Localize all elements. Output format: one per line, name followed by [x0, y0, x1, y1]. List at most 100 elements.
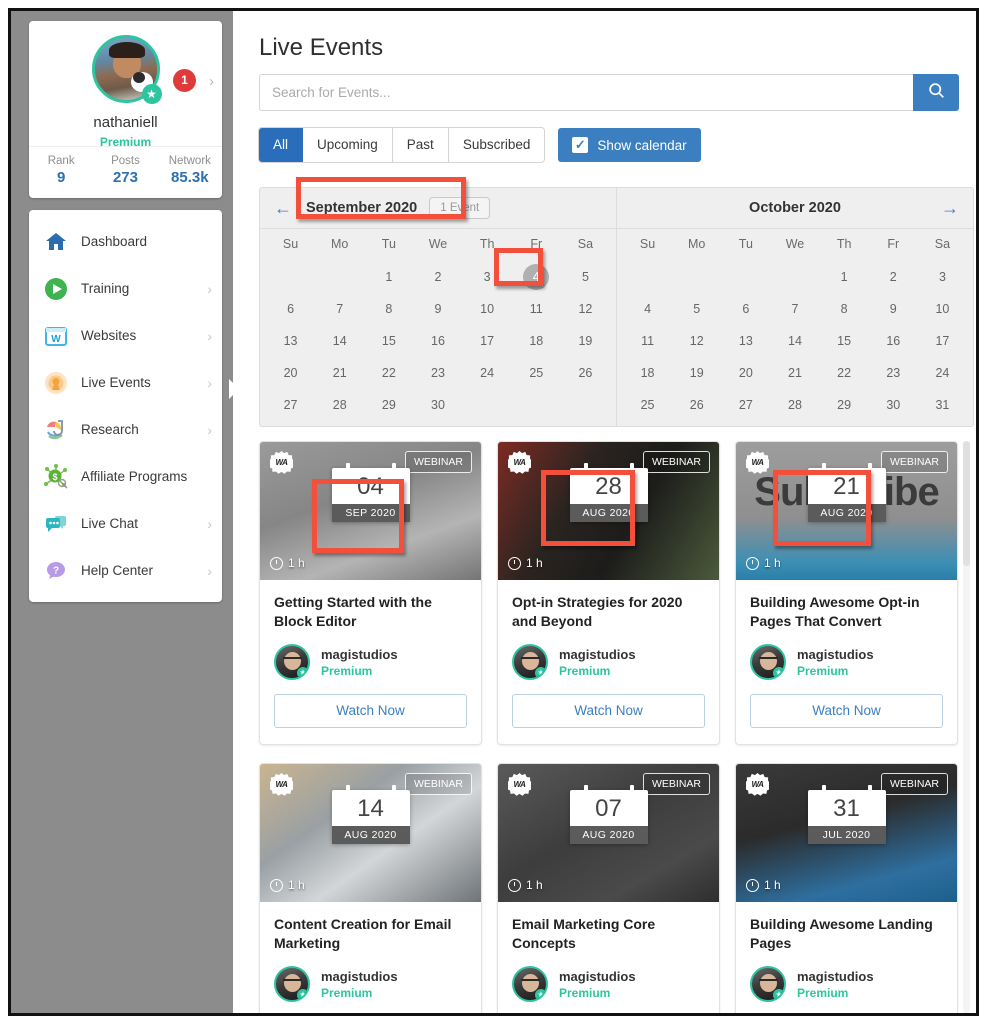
sidebar-item-live-events[interactable]: Live Events ›: [29, 359, 222, 406]
event-thumbnail[interactable]: WA WEBINAR 31 JUL 2020 1 h: [736, 764, 957, 902]
event-card[interactable]: WA WEBINAR 28 AUG 2020 1 h Opt-in Strategies …: [497, 441, 720, 745]
sidebar-item-affiliate-programs[interactable]: $ Affiliate Programs: [29, 453, 222, 500]
event-card[interactable]: WA WEBINAR 04 SEP 2020 1 h Getting Started wi…: [259, 441, 482, 745]
stat-rank[interactable]: Rank 9: [29, 155, 93, 186]
calendar-day-19[interactable]: 19: [672, 357, 721, 389]
calendar-day-1[interactable]: 1: [364, 261, 413, 293]
calendar-day-26[interactable]: 26: [672, 389, 721, 421]
calendar-day-17[interactable]: 17: [463, 325, 512, 357]
calendar-day-13[interactable]: 13: [721, 325, 770, 357]
calendar-day-9[interactable]: 9: [869, 293, 918, 325]
calendar-day-14[interactable]: 14: [770, 325, 819, 357]
event-card[interactable]: WA WEBINAR 07 AUG 2020 1 h Email Marketing Co…: [497, 763, 720, 1013]
calendar-day-21[interactable]: 21: [770, 357, 819, 389]
stat-posts[interactable]: Posts 273: [93, 155, 157, 186]
calendar-day-8[interactable]: 8: [820, 293, 869, 325]
tab-past[interactable]: Past: [392, 128, 449, 162]
calendar-day-5[interactable]: 5: [672, 293, 721, 325]
profile-chevron-icon[interactable]: ›: [209, 73, 214, 90]
calendar-day-13[interactable]: 13: [266, 325, 315, 357]
sidebar-item-help-center[interactable]: ? Help Center ›: [29, 547, 222, 594]
calendar-day-29[interactable]: 29: [364, 389, 413, 421]
calendar-day-19[interactable]: 19: [561, 325, 610, 357]
sidebar-item-dashboard[interactable]: Dashboard: [29, 218, 222, 265]
event-count-badge[interactable]: 1 Event: [429, 197, 491, 219]
sidebar-item-research[interactable]: Research ›: [29, 406, 222, 453]
event-thumbnail[interactable]: WA WEBINAR 04 SEP 2020 1 h: [260, 442, 481, 580]
calendar-prev-arrow-icon[interactable]: ←: [260, 198, 306, 219]
calendar-day-29[interactable]: 29: [820, 389, 869, 421]
calendar-day-22[interactable]: 22: [364, 357, 413, 389]
calendar-day-25[interactable]: 25: [623, 389, 672, 421]
event-author-row[interactable]: ★ magistudios Premium: [512, 966, 705, 1002]
calendar-day-6[interactable]: 6: [721, 293, 770, 325]
calendar-day-26[interactable]: 26: [561, 357, 610, 389]
calendar-day-31[interactable]: 31: [918, 389, 967, 421]
calendar-day-1[interactable]: 1: [820, 261, 869, 293]
calendar-day-12[interactable]: 12: [561, 293, 610, 325]
stat-network[interactable]: Network 85.3k: [158, 155, 222, 186]
event-thumbnail[interactable]: SubscribeWAWEBINAR21AUG 20201 h: [736, 442, 957, 580]
calendar-day-27[interactable]: 27: [721, 389, 770, 421]
calendar-day-30[interactable]: 30: [869, 389, 918, 421]
event-card[interactable]: WA WEBINAR 31 JUL 2020 1 h Building Awesome L…: [735, 763, 958, 1013]
sidebar-item-training[interactable]: Training ›: [29, 265, 222, 312]
profile-card[interactable]: ★ 1 › nathaniell Premium Rank 9 Posts 27…: [29, 21, 222, 198]
event-author-row[interactable]: ★ magistudios Premium: [750, 644, 943, 680]
calendar-day-3[interactable]: 3: [463, 261, 512, 293]
content-scrollbar[interactable]: [963, 441, 970, 1013]
calendar-day-15[interactable]: 15: [364, 325, 413, 357]
calendar-day-9[interactable]: 9: [413, 293, 462, 325]
event-card[interactable]: WA WEBINAR 14 AUG 2020 1 h Content Creation f…: [259, 763, 482, 1013]
tab-subscribed[interactable]: Subscribed: [448, 128, 545, 162]
calendar-day-12[interactable]: 12: [672, 325, 721, 357]
calendar-day-28[interactable]: 28: [770, 389, 819, 421]
calendar-day-21[interactable]: 21: [315, 357, 364, 389]
search-input[interactable]: [259, 74, 913, 111]
calendar-day-20[interactable]: 20: [266, 357, 315, 389]
calendar-day-7[interactable]: 7: [770, 293, 819, 325]
scrollbar-thumb[interactable]: [963, 441, 970, 566]
calendar-day-selected[interactable]: 4: [523, 264, 550, 290]
calendar-day-18[interactable]: 18: [512, 325, 561, 357]
calendar-day-22[interactable]: 22: [820, 357, 869, 389]
calendar-day-30[interactable]: 30: [413, 389, 462, 421]
calendar-day-16[interactable]: 16: [413, 325, 462, 357]
event-card[interactable]: SubscribeWAWEBINAR21AUG 20201 hBuilding …: [735, 441, 958, 745]
calendar-day-11[interactable]: 11: [512, 293, 561, 325]
calendar-day-10[interactable]: 10: [463, 293, 512, 325]
calendar-day-24[interactable]: 24: [918, 357, 967, 389]
calendar-day-4[interactable]: 4: [623, 293, 672, 325]
calendar-day-6[interactable]: 6: [266, 293, 315, 325]
calendar-day-24[interactable]: 24: [463, 357, 512, 389]
calendar-day-17[interactable]: 17: [918, 325, 967, 357]
calendar-day-5[interactable]: 5: [561, 261, 610, 293]
sidebar-item-live-chat[interactable]: Live Chat ›: [29, 500, 222, 547]
calendar-day-23[interactable]: 23: [869, 357, 918, 389]
tab-all[interactable]: All: [259, 128, 304, 162]
notification-badge[interactable]: 1: [173, 69, 196, 92]
event-author-row[interactable]: ★ magistudios Premium: [274, 966, 467, 1002]
calendar-day-7[interactable]: 7: [315, 293, 364, 325]
calendar-day-14[interactable]: 14: [315, 325, 364, 357]
calendar-day-2[interactable]: 2: [413, 261, 462, 293]
calendar-day-2[interactable]: 2: [869, 261, 918, 293]
event-author-row[interactable]: ★ magistudios Premium: [274, 644, 467, 680]
calendar-day-8[interactable]: 8: [364, 293, 413, 325]
event-thumbnail[interactable]: WA WEBINAR 28 AUG 2020 1 h: [498, 442, 719, 580]
watch-now-button[interactable]: Watch Now: [512, 694, 705, 728]
calendar-day-18[interactable]: 18: [623, 357, 672, 389]
event-thumbnail[interactable]: WA WEBINAR 14 AUG 2020 1 h: [260, 764, 481, 902]
event-thumbnail[interactable]: WA WEBINAR 07 AUG 2020 1 h: [498, 764, 719, 902]
calendar-day-28[interactable]: 28: [315, 389, 364, 421]
calendar-day-20[interactable]: 20: [721, 357, 770, 389]
event-author-row[interactable]: ★ magistudios Premium: [750, 966, 943, 1002]
sidebar-item-websites[interactable]: W Websites ›: [29, 312, 222, 359]
calendar-day-11[interactable]: 11: [623, 325, 672, 357]
calendar-day-16[interactable]: 16: [869, 325, 918, 357]
show-calendar-button[interactable]: ✓ Show calendar: [558, 128, 701, 162]
calendar-day-4[interactable]: 4: [512, 261, 561, 293]
calendar-day-10[interactable]: 10: [918, 293, 967, 325]
search-button[interactable]: [913, 74, 959, 111]
watch-now-button[interactable]: Watch Now: [750, 694, 943, 728]
